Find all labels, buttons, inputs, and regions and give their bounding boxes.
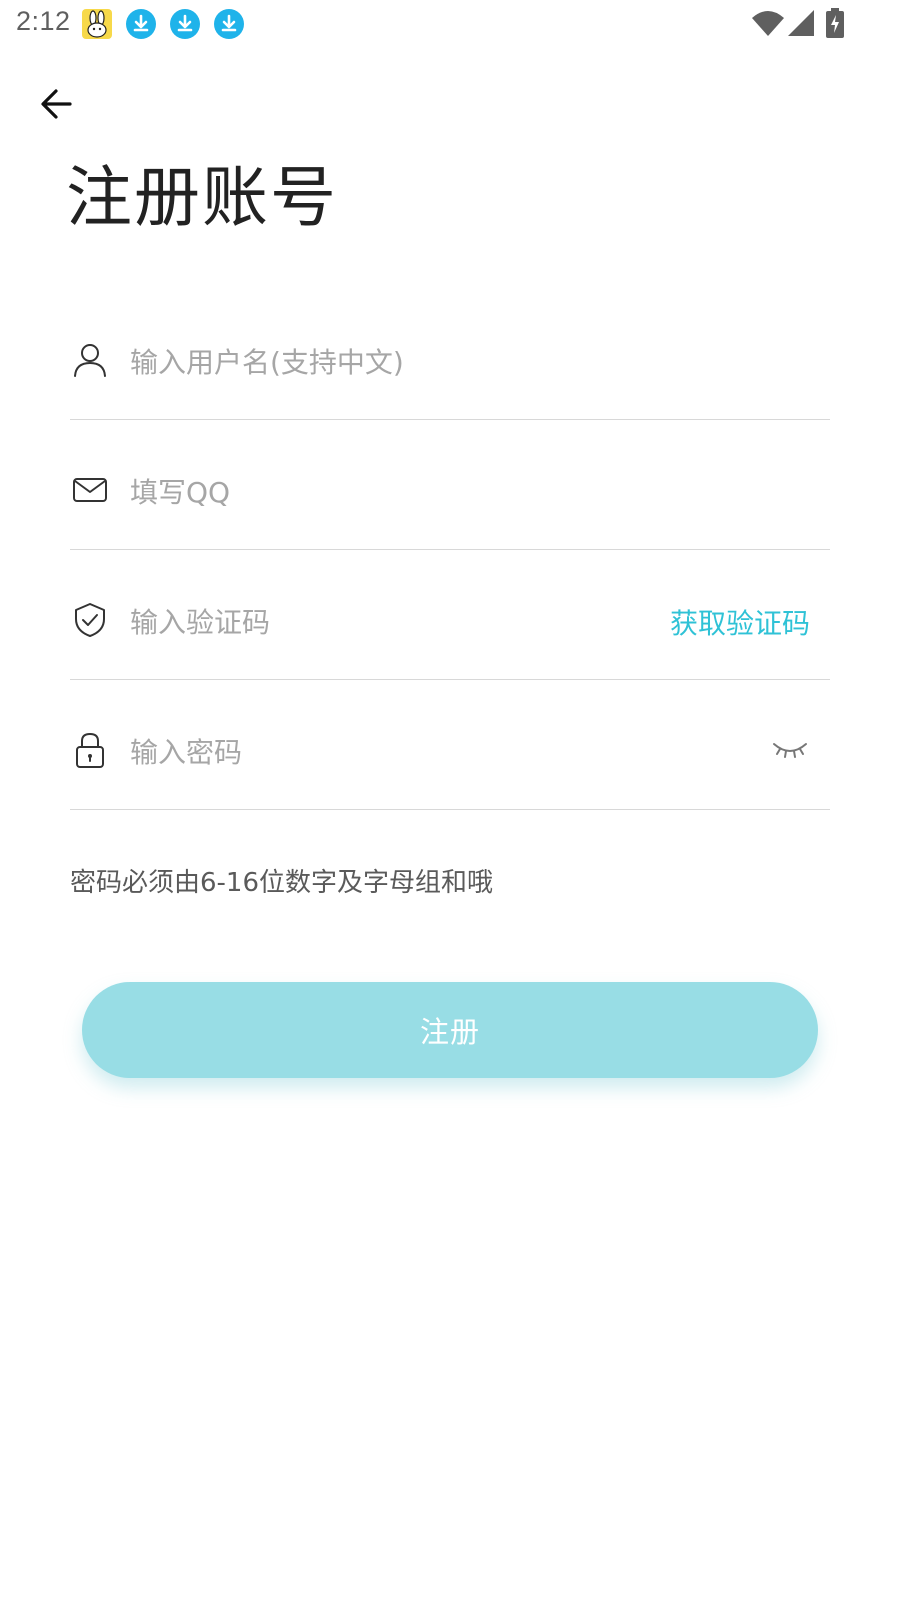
status-bar: 2:12 [0, 0, 900, 48]
password-visibility-toggle[interactable] [770, 738, 810, 762]
mail-icon [72, 472, 108, 508]
download-icon [126, 9, 156, 39]
verification-code-input[interactable] [130, 600, 590, 644]
password-row [70, 680, 830, 810]
eye-closed-icon [773, 743, 807, 758]
status-time: 2:12 [16, 6, 71, 36]
download-icon [170, 9, 200, 39]
back-button[interactable] [32, 80, 80, 128]
arrow-left-icon [41, 89, 72, 119]
user-icon [72, 342, 108, 378]
register-screen: 2:12 注册账号 输入用户名(支持中文) 填写QQ 输入验证码 获取验证码 密… [0, 0, 900, 1600]
get-code-button[interactable]: 获取验证码 [670, 602, 810, 642]
register-button[interactable]: 注册 [82, 982, 818, 1078]
lock-icon [72, 732, 108, 768]
shield-check-icon [72, 602, 108, 638]
password-input[interactable] [130, 730, 690, 774]
wifi-icon [752, 11, 784, 36]
username-row [70, 290, 830, 420]
qq-input[interactable] [130, 470, 690, 514]
verification-code-row: 获取验证码 [70, 550, 830, 680]
qq-row [70, 420, 830, 550]
username-input[interactable] [130, 340, 690, 384]
battery-charging-icon [826, 8, 844, 38]
password-hint: 密码必须由6-16位数字及字母组和哦 [70, 868, 494, 898]
bunny-app-icon [82, 9, 112, 39]
download-icon [214, 9, 244, 39]
page-title: 注册账号 [66, 159, 338, 236]
signal-icon [788, 10, 814, 36]
